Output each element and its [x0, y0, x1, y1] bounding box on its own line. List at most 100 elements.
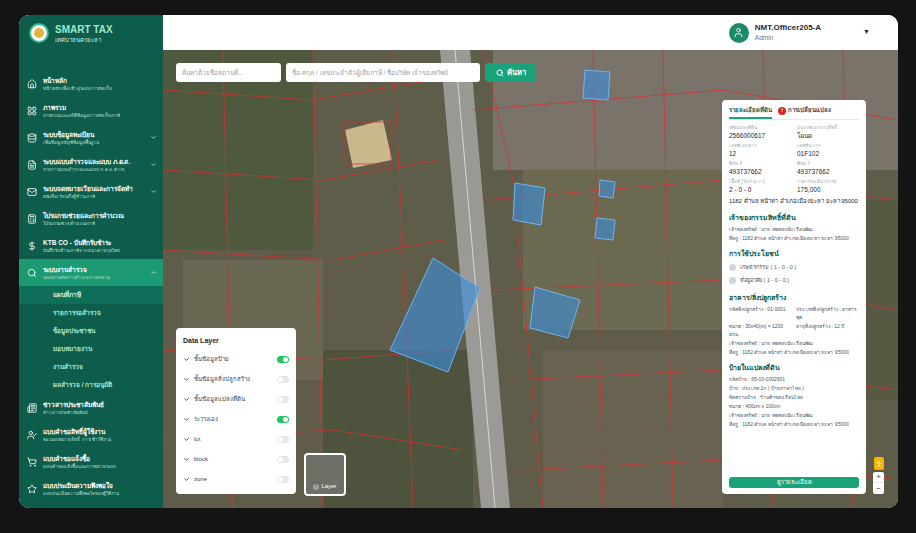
menu-icon — [27, 187, 37, 197]
parcel-info-panel: รายละเอียดที่ดิน!การเปลี่ยนแปลงรหัสแปลงท… — [722, 100, 866, 494]
sidebar-group: ระบบงานสำรวจระบบงานจัดการสำรวจภาคสนามแผน… — [19, 259, 163, 394]
layer-toggle[interactable] — [277, 396, 289, 403]
chevron-down-icon — [183, 456, 190, 463]
chevron-up-icon — [150, 269, 157, 276]
sidebar-item[interactable]: ระบบงานสำรวจระบบงานจัดการสำรวจภาคสนาม — [19, 259, 163, 286]
layer-toggle[interactable] — [277, 436, 289, 443]
sidebar-group: แบบคำขอสิทธิ์ผู้ใช้งานขอ มอบหมายสิทธิ์ ก… — [19, 421, 163, 448]
sidebar-subitem[interactable]: งานสำรวจ — [19, 358, 163, 376]
tab[interactable]: !การเปลี่ยนแปลง — [778, 104, 831, 119]
field: เลขที่ระวาง01F102 — [797, 142, 859, 158]
sidebar-item[interactable]: ระบบข้อมูลทะเบียนเพิ่มข้อมูลบัญชีข้อมูลพ… — [19, 124, 163, 151]
sidebar-item[interactable]: แบบคำขอสิทธิ์ผู้ใช้งานขอ มอบหมายสิทธิ์ ก… — [19, 421, 163, 448]
sidebar-item[interactable]: แบบประเมินความพึงพอใจแบบประเมินความพึงพอ… — [19, 475, 163, 502]
sidebar-subitem[interactable]: มอบหมายงาน — [19, 340, 163, 358]
info-line: ที่อยู่ : 1182 ตำบล หน้าท่า อำเภอเมืองยะ… — [729, 348, 859, 356]
sidebar-item[interactable]: โปรแกรมช่วยและการคำนวณโปรแกรมช่วยคำนวณภา… — [19, 205, 163, 232]
layer-button[interactable]: Layer — [304, 453, 346, 496]
chevron-down-icon — [183, 396, 190, 403]
field: ประเภทเอกสารสิทธิ์โฉนด — [797, 124, 859, 140]
user-menu[interactable]: NMT.Officer205-AAdmin ▼ — [729, 23, 870, 43]
sidebar-group: หน้าหลักหน้าหลักเพื่อเข้าสู่ระบบการจัดเก… — [19, 70, 163, 97]
info-line: ขนาด : 400cm x 100cm — [729, 402, 859, 410]
sidebar-item[interactable]: KTB CO - บันทึกรับชำระบันทึกรับชำระภาษีจ… — [19, 232, 163, 259]
layer-row[interactable]: block — [183, 450, 289, 470]
sidebar-subitem[interactable]: ผลสำรวจ / การอนุมัติ — [19, 376, 163, 394]
menu-icon — [27, 241, 37, 251]
view-details-button[interactable]: ดูรายละเอียด — [729, 477, 859, 488]
sidebar-group: แบบประเมินความพึงพอใจแบบประเมินความพึงพอ… — [19, 475, 163, 502]
menu-icon — [27, 214, 37, 224]
avatar — [729, 23, 749, 43]
info-section: ป้ายในแปลงที่ดินรหัสป้าย : 65-03-0002901… — [729, 363, 859, 428]
sidebar-item[interactable]: หน้าหลักหน้าหลักเพื่อเข้าสู่ระบบการจัดเก… — [19, 70, 163, 97]
tab[interactable]: รายละเอียดที่ดิน — [729, 104, 772, 119]
info-line: รหัสป้าย : 65-03-0002901 — [729, 375, 859, 383]
sidebar-item[interactable]: ระบบจดหมายเวียนและการจัดทำหนังสือเวียนถึ… — [19, 178, 163, 205]
layer-row[interactable]: ระวางเอง — [183, 410, 289, 430]
info-line: อายุสิ่งปลูกสร้าง : 12 ปี — [796, 322, 859, 338]
sidebar-subitem[interactable]: ข้อมูลประชาชน — [19, 322, 163, 340]
field: เลขที่เอกสาร12 — [729, 142, 791, 158]
menu-icon — [27, 403, 37, 413]
layer-row[interactable]: ชั้นข้อมูลสิ่งปลูกสร้าง — [183, 370, 289, 390]
menu-icon — [27, 484, 37, 494]
place-search-input[interactable] — [176, 63, 281, 82]
panel-title: Data Layer — [183, 336, 289, 347]
layer-row[interactable]: lot — [183, 430, 289, 450]
info-line: ที่อยู่ : 1182 ตำบล หน้าท่า อำเภอเมืองยะ… — [729, 420, 859, 428]
data-layer-panel: Data Layer ชั้นข้อมูลป้ายชั้นข้อมูลสิ่งปล… — [176, 328, 296, 494]
section-title: อาคาร/สิ่งปลูกสร้าง — [729, 293, 859, 303]
top-bar: NMT.Officer205-AAdmin ▼ — [163, 15, 898, 50]
sidebar-item[interactable]: ภาพรวมภาพรวมและสถิติข้อมูลการจัดเก็บภาษี — [19, 97, 163, 124]
layer-toggle[interactable] — [277, 356, 289, 363]
layer-toggle[interactable] — [277, 476, 289, 483]
layer-row[interactable]: ชั้นข้อมูลป้าย — [183, 350, 289, 370]
user-role: Admin — [755, 33, 821, 42]
layer-toggle[interactable] — [277, 416, 289, 423]
info-line: เจ้าของทรัพย์ : นาย ทดสอบนับ เรือนพัฒ — [729, 339, 859, 347]
section-title: ป้ายในแปลงที่ดิน — [729, 363, 859, 373]
layer-toggle[interactable] — [277, 376, 289, 383]
menu-icon — [27, 106, 37, 116]
sidebar-subitem[interactable]: รายการรอสำรวจ — [19, 304, 163, 322]
zoom-in-button[interactable]: + — [873, 472, 884, 483]
info-line: ข้อความป้าย : ร้านค้าของเรือนไทย — [729, 393, 859, 401]
owner-search-input[interactable] — [286, 63, 480, 82]
sidebar-group: แบบคำขอแจ้งซื้อแบบคำขอแจ้งซื้อและการขยาย… — [19, 448, 163, 475]
chevron-down-icon — [183, 476, 190, 483]
layer-toggle[interactable] — [277, 456, 289, 463]
info-line: เจ้าของทรัพย์ : นาย ทดสอบนับ เรือนพัฒ — [729, 411, 859, 419]
app-title: SMART TAX — [55, 24, 113, 36]
sidebar-group: ข่าวสารประชาสัมพันธ์ข่าวสารประชาสัมพันธ์ — [19, 394, 163, 421]
info-section: การใช้ประโยชน์เกษตรกรรม ( 1 - 0 - 0 )ที่… — [729, 249, 859, 286]
street-view-button[interactable] — [874, 457, 884, 470]
sidebar-item[interactable]: ระบบแบบสำรวจและแบบ ภ.ด.ส.รายการแบบสำรวจแ… — [19, 151, 163, 178]
sidebar-item[interactable]: ข่าวสารประชาสัมพันธ์ข่าวสารประชาสัมพันธ์ — [19, 394, 163, 421]
sidebar: SMART TAXเทศบาลนครยะลาหน้าหลักหน้าหลักเพ… — [19, 15, 163, 508]
alert-badge: ! — [778, 107, 786, 115]
sidebar-subitem[interactable]: แผนที่ภาษี — [19, 286, 163, 304]
search-icon — [496, 69, 504, 77]
info-line: ประเภทสิ่งปลูกสร้าง : อาคารชุด — [796, 305, 859, 321]
field: ราคาประเมิน (บาท)175,000 — [797, 178, 859, 194]
layer-row[interactable]: zone — [183, 470, 289, 490]
caret[interactable]: ▼ — [863, 27, 870, 38]
layer-row[interactable]: ชั้นข้อมูลแปลงที่ดิน — [183, 390, 289, 410]
info-line: ขนาด : 30x40(m) = 1200 ตรม. — [729, 322, 792, 338]
search-button[interactable]: ค้นหา — [485, 63, 536, 82]
menu-icon — [27, 430, 37, 440]
map-area: ค้นหา Data Layer ชั้นข้อมูลป้ายชั้นข้อมูลส… — [163, 50, 898, 508]
section-title: การใช้ประโยชน์ — [729, 249, 859, 259]
logo[interactable]: SMART TAXเทศบาลนครยะลา — [19, 15, 163, 70]
user-name: NMT.Officer205-A — [755, 23, 821, 33]
sidebar-item[interactable]: แบบคำขอแจ้งซื้อแบบคำขอแจ้งซื้อและการขยาย… — [19, 448, 163, 475]
sidebar-group: ระบบจดหมายเวียนและการจัดทำหนังสือเวียนถึ… — [19, 178, 163, 205]
app-subtitle: เทศบาลนครยะลา — [55, 36, 113, 45]
tabs: รายละเอียดที่ดิน !การเปลี่ยนแปลง — [729, 104, 859, 120]
zoom-out-button[interactable]: − — [873, 483, 884, 494]
search-bar: ค้นหา — [176, 63, 536, 82]
info-line: เจ้าของทรัพย์ : นาย ทดสอบนับ เรือนพัฒ — [729, 225, 859, 233]
screen: SMART TAXเทศบาลนครยะลาหน้าหลักหน้าหลักเพ… — [0, 0, 916, 533]
sidebar-group: ระบบข้อมูลทะเบียนเพิ่มข้อมูลบัญชีข้อมูลพ… — [19, 124, 163, 151]
